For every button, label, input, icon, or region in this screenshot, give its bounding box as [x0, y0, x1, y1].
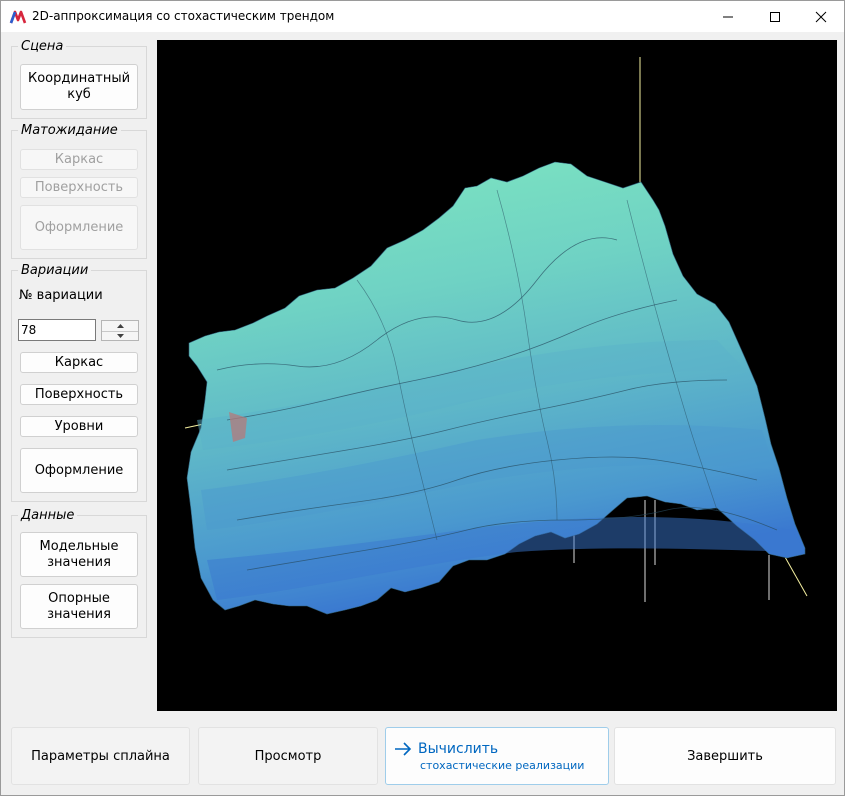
window-title: 2D-аппроксимация со стохастическим тренд… [32, 9, 335, 23]
title-bar: 2D-аппроксимация со стохастическим тренд… [1, 1, 844, 32]
variation-frame-button[interactable]: Каркас [20, 352, 138, 373]
scene-legend: Сцена [21, 39, 64, 54]
data-legend: Данные [21, 508, 75, 523]
preview-button[interactable]: Просмотр [198, 727, 378, 785]
chevron-down-icon [116, 334, 124, 338]
close-icon [815, 11, 827, 22]
reference-values-button[interactable]: Опорные значения [20, 584, 138, 629]
expectation-frame-button[interactable]: Каркас [20, 149, 138, 170]
variation-levels-button[interactable]: Уровни [20, 416, 138, 437]
compute-main-row: Вычислить [394, 741, 498, 757]
expectation-style-button[interactable]: Оформление [20, 205, 138, 250]
arrow-right-icon [395, 741, 412, 756]
expectation-surface-button[interactable]: Поверхность [20, 177, 138, 198]
spin-down-button[interactable] [102, 331, 138, 341]
maximize-icon [770, 11, 780, 22]
variation-style-button[interactable]: Оформление [20, 448, 138, 493]
coordinate-cube-button[interactable]: Координатный куб [20, 64, 138, 110]
minimize-icon [723, 16, 733, 17]
minimize-button[interactable] [705, 1, 751, 32]
model-values-button[interactable]: Модельные значения [20, 532, 138, 577]
compute-button[interactable]: Вычислить стохастические реализации [385, 727, 609, 785]
app-logo-icon [9, 10, 27, 24]
finish-button[interactable]: Завершить [614, 727, 836, 785]
maximize-button[interactable] [752, 1, 798, 32]
variation-number-label: № вариации [19, 288, 103, 303]
axis-line-right [784, 556, 808, 597]
variation-number-spinner[interactable] [101, 320, 139, 341]
surface-plot [184, 57, 808, 615]
expectation-legend: Матожидание [21, 123, 118, 138]
variations-legend: Вариации [21, 263, 89, 278]
compute-label: Вычислить [418, 740, 499, 757]
variation-number-input[interactable] [18, 319, 96, 341]
variation-surface-button[interactable]: Поверхность [20, 384, 138, 405]
compute-note: стохастические реализации [420, 758, 585, 772]
chevron-up-icon [116, 324, 124, 328]
3d-viewport[interactable] [157, 40, 837, 711]
close-button[interactable] [798, 1, 844, 32]
spline-params-button[interactable]: Параметры сплайна [11, 727, 190, 785]
